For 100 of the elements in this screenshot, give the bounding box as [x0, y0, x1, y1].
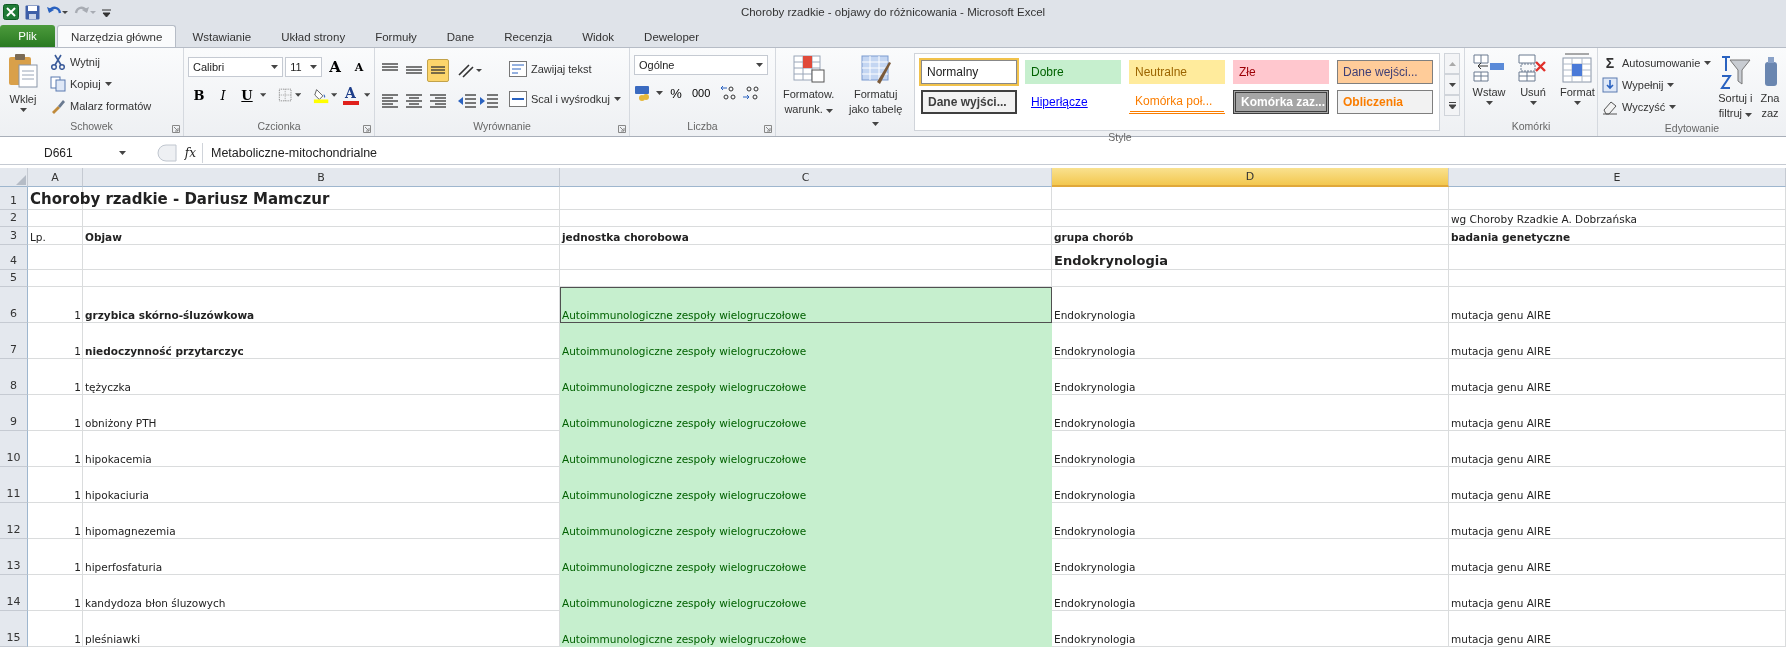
cell-text: hipokaciuria — [85, 489, 149, 501]
decrease-indent-icon[interactable] — [457, 91, 477, 111]
delete-cells-button[interactable]: Usuń — [1513, 50, 1553, 120]
font-name-field[interactable]: Calibri — [188, 57, 284, 77]
more-styles-button[interactable] — [1444, 95, 1460, 116]
sort-filter-button[interactable]: Sortuj i filtruj — [1715, 52, 1756, 122]
save-icon[interactable] — [25, 4, 40, 20]
row-header[interactable]: 9 — [0, 395, 28, 431]
cell-text: mutacja genu AIRE — [1451, 525, 1551, 537]
row-header[interactable]: 14 — [0, 575, 28, 611]
insert-function-button[interactable]: fx — [184, 145, 196, 160]
cell-style-option[interactable]: Dane wejści... — [1337, 60, 1433, 84]
cell-text: Endokrynologia — [1054, 253, 1168, 268]
row-header[interactable]: 6 — [0, 287, 28, 323]
row-header[interactable]: 12 — [0, 503, 28, 539]
autosum-button[interactable]: Σ Autosumowanie — [1600, 52, 1714, 74]
fill-color-icon[interactable] — [312, 86, 330, 104]
ribbon-tab[interactable]: Recenzja — [490, 25, 567, 47]
format-painter-button[interactable]: Malarz formatów — [48, 95, 154, 117]
row-header[interactable]: 7 — [0, 323, 28, 359]
percent-button[interactable]: % — [665, 81, 687, 105]
bold-button[interactable]: B — [188, 83, 210, 107]
merge-center-icon — [509, 91, 527, 107]
fill-icon — [1602, 77, 1618, 93]
name-box[interactable]: D661 — [0, 142, 132, 163]
column-header[interactable]: B — [83, 168, 560, 187]
wrap-text-button[interactable]: Zawijaj tekst — [507, 58, 623, 80]
row-header[interactable]: 11 — [0, 467, 28, 503]
row-header[interactable]: 5 — [0, 270, 28, 287]
cell-style-option[interactable]: Normalny — [921, 60, 1017, 84]
cell-text: wg Choroby Rzadkie A. Dobrzańska — [1451, 213, 1637, 225]
column-header[interactable]: E — [1449, 168, 1786, 187]
row-header[interactable]: 1 — [0, 187, 28, 210]
conditional-formatting-button[interactable]: Formatow. warunk. — [780, 50, 838, 131]
expand-handle-icon[interactable] — [154, 143, 177, 162]
row-header[interactable]: 15 — [0, 611, 28, 647]
row-header[interactable]: 2 — [0, 210, 28, 227]
text-orientation-icon[interactable] — [457, 61, 483, 79]
cut-button[interactable]: Wytnij — [48, 51, 154, 73]
increase-indent-icon[interactable] — [479, 91, 499, 111]
row-header[interactable]: 13 — [0, 539, 28, 575]
cell-style-option[interactable]: Dobre — [1025, 60, 1121, 84]
cell-style-option[interactable]: Złe — [1233, 60, 1329, 84]
cell-text: Endokrynologia — [1054, 381, 1136, 393]
thousands-separator-button[interactable]: 000 — [689, 81, 714, 105]
clear-button[interactable]: Wyczyść — [1600, 96, 1714, 118]
dialog-launcher-icon[interactable] — [172, 125, 180, 133]
dialog-launcher-icon[interactable] — [618, 125, 626, 133]
number-format-field[interactable]: Ogólne — [634, 55, 768, 75]
dialog-launcher-icon[interactable] — [363, 125, 371, 133]
insert-cells-button[interactable]: Wstaw — [1469, 50, 1509, 120]
caret-icon — [104, 82, 112, 86]
ribbon-tab[interactable]: Deweloper — [630, 25, 714, 47]
decrease-decimal-icon[interactable] — [741, 84, 762, 102]
insert-cells-icon — [1472, 52, 1506, 84]
ribbon-tab[interactable]: Układ strony — [267, 25, 360, 47]
underline-button[interactable]: U — [236, 83, 258, 107]
ribbon-tab[interactable]: Widok — [568, 25, 629, 47]
column-header[interactable]: C — [560, 168, 1052, 187]
caret-icon — [656, 91, 663, 95]
fill-button[interactable]: Wypełnij — [1600, 74, 1714, 96]
group-label: Komórki — [1511, 120, 1551, 132]
grow-font-button[interactable]: A — [324, 55, 346, 79]
cell-text: tężyczka — [85, 381, 131, 393]
caret-icon — [1745, 113, 1753, 117]
font-color-button[interactable]: A — [339, 83, 362, 107]
table-cell: Autoimmunologiczne zespoły wielogruczołowe — [560, 395, 1052, 431]
cell-style-option[interactable]: Dane wyjści... — [921, 90, 1017, 114]
format-as-table-button[interactable]: Formatuj jako tabelę — [841, 50, 910, 131]
paste-button[interactable]: Wklej — [4, 51, 42, 120]
italic-button[interactable]: I — [212, 83, 234, 107]
cell-style-option[interactable]: Neutralne — [1129, 60, 1225, 84]
cell-text: mutacja genu AIRE — [1451, 633, 1551, 645]
excel-logo-icon[interactable] — [3, 4, 19, 20]
row-header[interactable]: 4 — [0, 245, 28, 270]
ribbon-tab[interactable]: Narzędzia główne — [57, 25, 177, 47]
column-header[interactable]: A — [28, 168, 83, 187]
column-header[interactable]: D — [1052, 168, 1449, 187]
cell-text: niedoczynność przytarczyc — [85, 345, 244, 357]
row-header[interactable]: 8 — [0, 359, 28, 395]
row-header[interactable]: 10 — [0, 431, 28, 467]
file-tab[interactable]: Plik — [0, 25, 55, 47]
ribbon-tab[interactable]: Formuły — [361, 25, 431, 47]
table-cell: Autoimmunologiczne zespoły wielogruczołowe — [560, 539, 1052, 575]
customize-toolbar-icon[interactable] — [102, 6, 111, 18]
caret-icon — [1704, 61, 1712, 65]
find-select-button[interactable]: Zna zaz — [1757, 52, 1780, 122]
scroll-down-button[interactable] — [1444, 74, 1460, 95]
row-header[interactable]: 3 — [0, 227, 28, 245]
merge-center-button[interactable]: Scal i wyśrodkuj — [507, 88, 623, 110]
copy-button[interactable]: Kopiuj — [48, 73, 154, 95]
formula-field[interactable]: Metaboliczne-mitochondrialne — [203, 145, 378, 160]
ribbon-tab[interactable]: Dane — [432, 25, 489, 47]
ribbon-tab[interactable]: Wstawianie — [178, 25, 266, 47]
font-size-field[interactable]: 11 — [285, 57, 322, 77]
align-bottom-button[interactable] — [427, 58, 449, 82]
shrink-font-button[interactable]: A — [348, 55, 370, 79]
dialog-launcher-icon[interactable] — [764, 125, 772, 133]
format-cells-button[interactable]: Format — [1557, 50, 1598, 120]
cell-text: 1 — [74, 309, 81, 321]
